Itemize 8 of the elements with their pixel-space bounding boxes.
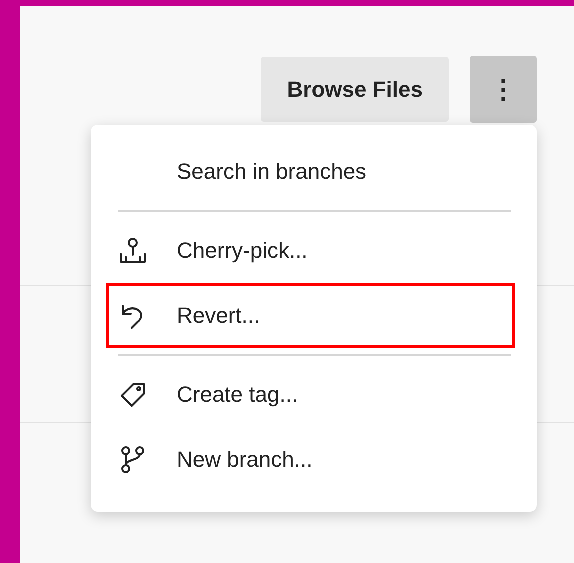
menu-item[interactable]: New branch... <box>110 427 511 492</box>
browse-files-button[interactable]: Browse Files <box>261 57 449 122</box>
menu-item[interactable]: Revert... <box>106 283 515 348</box>
cherry-pick-icon <box>118 236 148 266</box>
menu-item[interactable]: Search in branches <box>110 139 511 204</box>
menu-item[interactable]: Create tag... <box>110 362 511 427</box>
menu-item[interactable]: Cherry-pick... <box>110 218 511 283</box>
more-options-button[interactable]: ⋮ <box>470 56 537 123</box>
